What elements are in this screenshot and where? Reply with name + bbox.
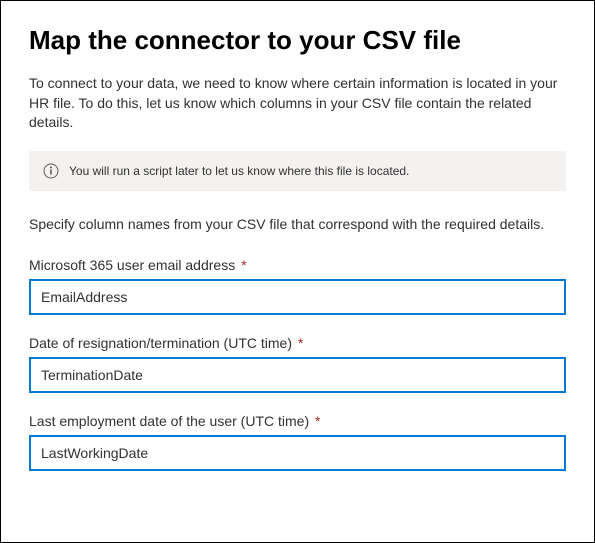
info-banner-text: You will run a script later to let us kn… xyxy=(69,164,409,178)
email-field-group: Microsoft 365 user email address * xyxy=(29,257,566,315)
info-icon xyxy=(43,163,59,179)
lastworking-field-group: Last employment date of the user (UTC ti… xyxy=(29,413,566,471)
form-panel: Map the connector to your CSV file To co… xyxy=(0,0,595,543)
lastworking-label-text: Last employment date of the user (UTC ti… xyxy=(29,413,309,429)
termination-label-text: Date of resignation/termination (UTC tim… xyxy=(29,335,292,351)
termination-field-label: Date of resignation/termination (UTC tim… xyxy=(29,335,566,351)
email-label-text: Microsoft 365 user email address xyxy=(29,257,235,273)
info-banner: You will run a script later to let us kn… xyxy=(29,151,566,191)
lastworking-field[interactable] xyxy=(29,435,566,471)
email-field[interactable] xyxy=(29,279,566,315)
termination-field-group: Date of resignation/termination (UTC tim… xyxy=(29,335,566,393)
termination-field[interactable] xyxy=(29,357,566,393)
intro-text: To connect to your data, we need to know… xyxy=(29,74,566,133)
required-mark: * xyxy=(241,257,246,273)
email-field-label: Microsoft 365 user email address * xyxy=(29,257,566,273)
instructions-text: Specify column names from your CSV file … xyxy=(29,215,566,235)
required-mark: * xyxy=(298,335,303,351)
lastworking-field-label: Last employment date of the user (UTC ti… xyxy=(29,413,566,429)
page-title: Map the connector to your CSV file xyxy=(29,25,566,56)
required-mark: * xyxy=(315,413,320,429)
